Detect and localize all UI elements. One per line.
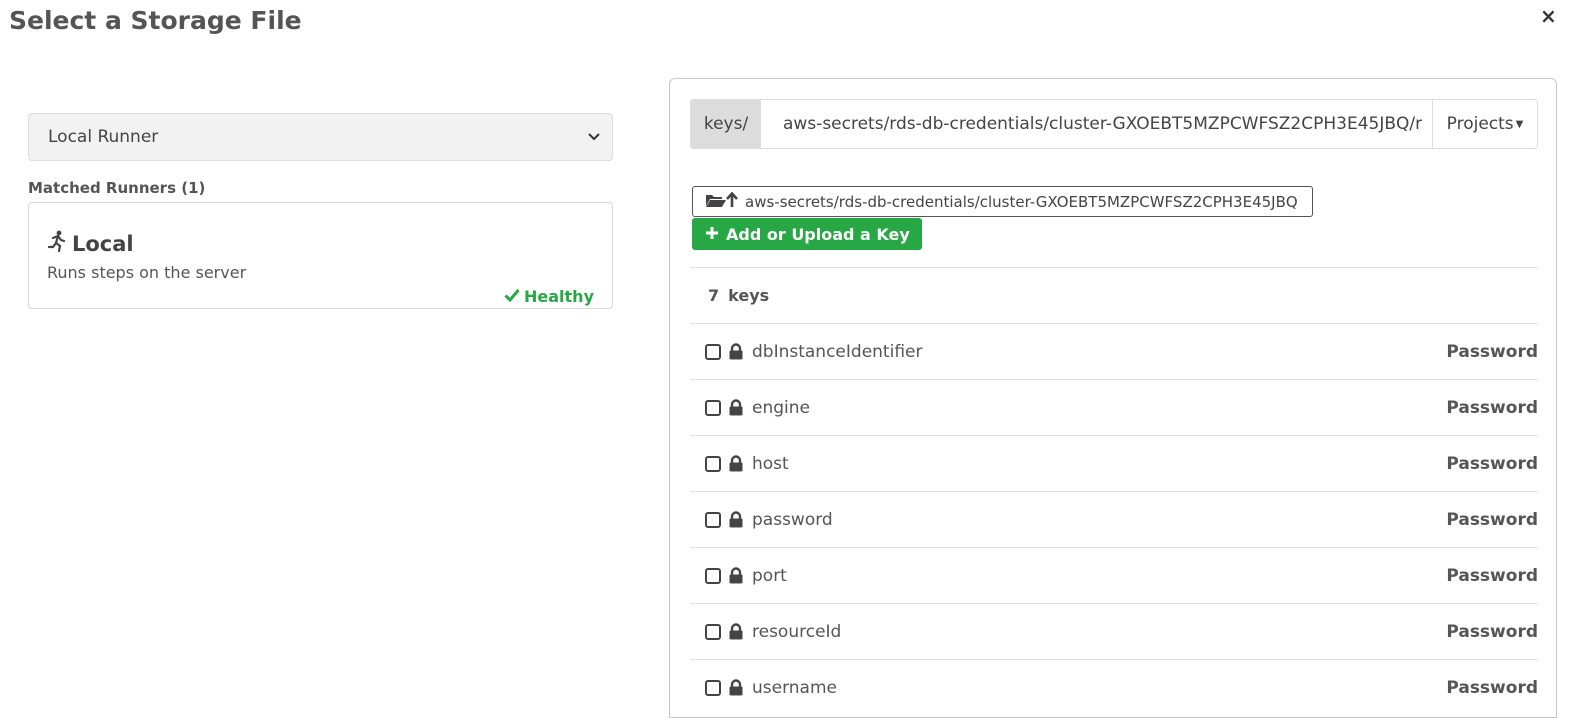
status-label: Healthy [524,287,594,306]
list-item[interactable]: port Password [690,547,1538,603]
runner-select-value: Local Runner [48,127,159,147]
check-icon [504,287,520,306]
plus-icon [705,225,719,244]
key-name: host [752,453,789,474]
path-input-group: keys/ Projects ▼ [690,99,1538,149]
runner-card[interactable]: Local Runs steps on the server Healthy [28,202,613,309]
key-name: engine [752,397,810,418]
checkbox[interactable] [705,623,721,640]
list-item[interactable]: password Password [690,491,1538,547]
add-key-label: Add or Upload a Key [726,224,910,244]
caret-down-icon: ▼ [1515,118,1524,130]
matched-runners-label: Matched Runners (1) [28,179,206,197]
status-badge: Healthy [504,287,594,306]
key-name: dbInstanceIdentifier [752,341,923,362]
key-type: Password [1446,565,1538,586]
checkbox[interactable] [705,679,721,696]
checkbox[interactable] [705,343,721,360]
checkbox[interactable] [705,399,721,416]
list-item[interactable]: dbInstanceIdentifier Password [690,323,1538,379]
list-item[interactable]: host Password [690,435,1538,491]
close-button[interactable]: × [1540,6,1557,26]
checkbox[interactable] [705,567,721,584]
key-type: Password [1446,677,1538,698]
path-prefix: keys/ [691,100,761,148]
storage-browser-panel: keys/ Projects ▼ aws-secrets/rds-db-cred… [669,78,1557,718]
projects-label: Projects [1446,114,1514,134]
chevron-down-icon [588,130,600,145]
key-type: Password [1446,341,1538,362]
lock-icon [728,623,744,640]
lock-icon [728,343,744,360]
key-type: Password [1446,509,1538,530]
checkbox[interactable] [705,511,721,528]
lock-icon [728,399,744,416]
keys-count-word: keys [728,286,770,305]
parent-folder-button[interactable]: aws-secrets/rds-db-credentials/cluster-G… [692,186,1313,217]
key-type: Password [1446,621,1538,642]
keys-list: 7 keys dbInstanceIdentifier Password engin… [690,267,1538,715]
key-name: port [752,565,787,586]
running-person-icon [47,230,67,257]
runner-name: Local [72,231,134,256]
keys-count-number: 7 [708,286,720,305]
lock-icon [728,567,744,584]
list-item[interactable]: resourceId Password [690,603,1538,659]
lock-icon [728,679,744,696]
lock-icon [728,511,744,528]
add-upload-key-button[interactable]: Add or Upload a Key [692,218,922,250]
key-type: Password [1446,453,1538,474]
list-item[interactable]: engine Password [690,379,1538,435]
key-name: resourceId [752,621,842,642]
runner-description: Runs steps on the server [47,263,247,282]
list-item[interactable]: username Password [690,659,1538,715]
projects-dropdown-button[interactable]: Projects ▼ [1432,100,1537,148]
dialog-title: Select a Storage File [9,6,302,35]
key-type: Password [1446,397,1538,418]
lock-icon [728,455,744,472]
parent-folder-path: aws-secrets/rds-db-credentials/cluster-G… [745,192,1298,211]
folder-open-up-icon [705,191,739,212]
checkbox[interactable] [705,455,721,472]
path-input[interactable] [761,100,1432,148]
keys-count: 7 keys [690,267,1538,323]
runner-select[interactable]: Local Runner [28,113,613,161]
key-name: password [752,509,833,530]
key-name: username [752,677,837,698]
